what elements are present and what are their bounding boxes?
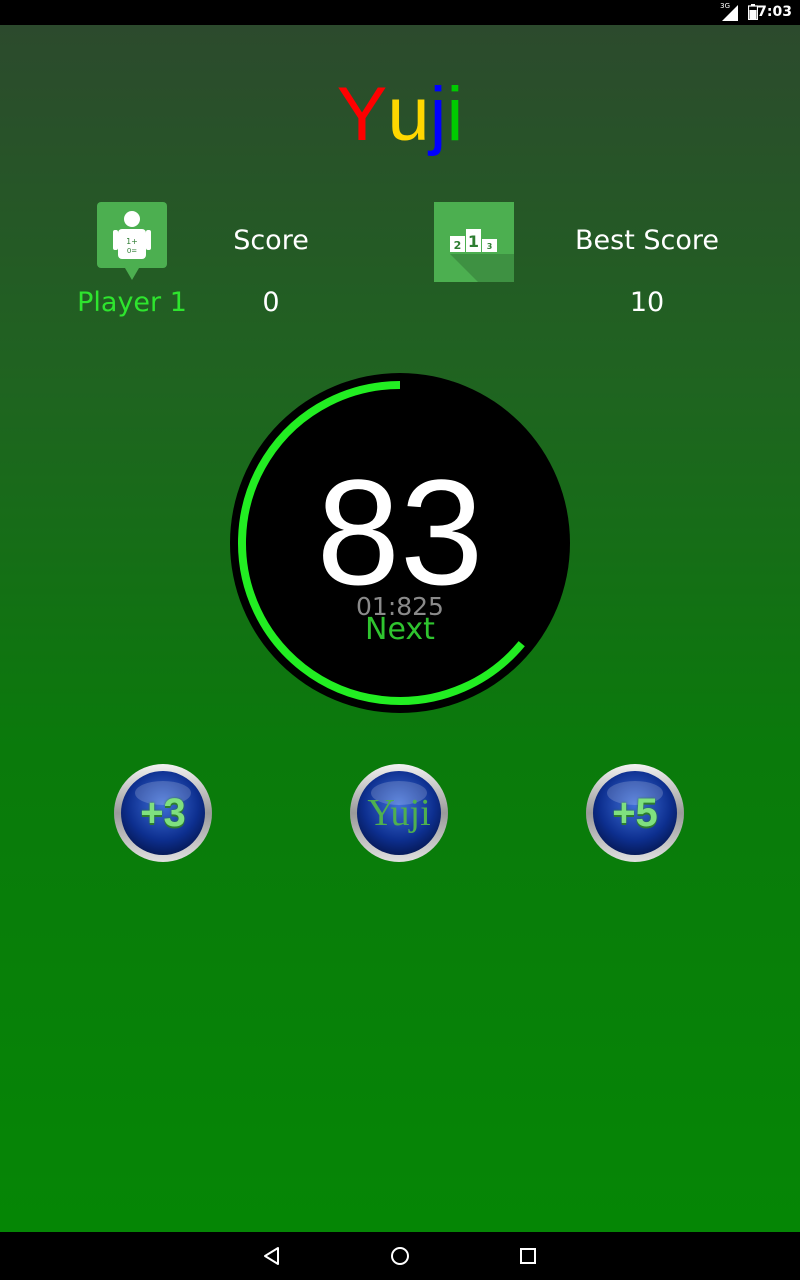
plus-5-button[interactable]: +5 bbox=[585, 763, 685, 863]
score-label: Score bbox=[233, 225, 309, 256]
yuji-label: Yuji bbox=[367, 792, 431, 834]
leaderboard-icon[interactable]: 2 1 3 bbox=[434, 202, 514, 282]
best-score-value: 10 bbox=[629, 287, 665, 318]
title-letter: Y bbox=[336, 72, 388, 157]
yuji-button[interactable]: Yuji bbox=[349, 763, 449, 863]
countdown-dial[interactable]: 83 01:825 Next bbox=[230, 373, 570, 713]
podium-digit: 2 bbox=[454, 239, 462, 252]
current-number: 83 bbox=[316, 448, 484, 616]
title-letter: j bbox=[429, 72, 447, 157]
signal-icon bbox=[722, 5, 738, 21]
player-icon-text: 0= bbox=[127, 247, 137, 255]
back-icon[interactable] bbox=[260, 1244, 284, 1268]
plus-3-button[interactable]: +3 bbox=[113, 763, 213, 863]
player-icon-text: 1+ bbox=[126, 237, 138, 246]
clock: 7:03 bbox=[757, 4, 792, 20]
next-button[interactable]: Next bbox=[230, 613, 570, 647]
score-value: 0 bbox=[262, 287, 280, 318]
title-letter: u bbox=[387, 72, 430, 157]
status-bar: 3G 7:03 bbox=[0, 0, 800, 25]
title-letter: i bbox=[446, 72, 464, 157]
player-icon[interactable]: 1+ 0= bbox=[97, 202, 167, 282]
plus-5-label: +5 bbox=[612, 791, 658, 835]
navigation-bar bbox=[0, 1232, 800, 1280]
recents-icon[interactable] bbox=[516, 1244, 540, 1268]
player-name: Player 1 bbox=[77, 287, 187, 318]
best-score-label: Best Score bbox=[575, 225, 719, 256]
podium-digit: 3 bbox=[487, 242, 493, 251]
plus-3-label: +3 bbox=[140, 791, 186, 835]
game-screen: Yuji 1+ 0= Player 1 Score 0 2 1 3 Best S… bbox=[0, 25, 800, 1232]
app-title: Yuji bbox=[0, 75, 800, 155]
podium-digit: 1 bbox=[468, 232, 479, 251]
home-icon[interactable] bbox=[388, 1244, 412, 1268]
